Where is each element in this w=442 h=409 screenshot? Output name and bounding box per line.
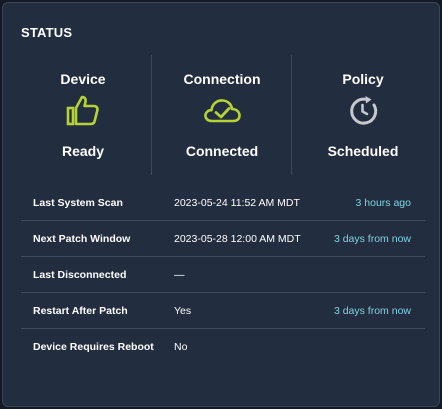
divider <box>291 55 292 175</box>
status-connection-value: Connected <box>185 143 259 159</box>
table-row: Last Disconnected — <box>21 257 425 293</box>
row-value: 2023-05-24 11:52 AM MDT <box>174 197 300 209</box>
table-row: Last System Scan 2023-05-24 11:52 AM MDT… <box>21 185 425 221</box>
row-value: No <box>174 341 188 353</box>
thumbs-up-icon <box>63 93 103 129</box>
clock-refresh-icon <box>343 93 383 129</box>
row-value: — <box>174 269 185 281</box>
row-key: Next Patch Window <box>33 233 131 245</box>
status-details-table: Last System Scan 2023-05-24 11:52 AM MDT… <box>21 185 425 365</box>
panel-title: STATUS <box>21 25 73 40</box>
status-device-value: Ready <box>61 143 105 159</box>
status-summary: Device Ready Connection Connected Policy… <box>3 55 441 175</box>
row-value: 2023-05-28 12:00 AM MDT <box>174 233 301 245</box>
row-key: Restart After Patch <box>33 305 128 317</box>
row-relative-time: 3 days from now <box>333 233 411 245</box>
status-policy-value: Scheduled <box>327 143 399 159</box>
row-key: Device Requires Reboot <box>33 341 154 353</box>
status-policy-label: Policy <box>342 71 384 87</box>
row-relative-time: 3 hours ago <box>355 197 411 209</box>
row-key: Last System Scan <box>33 197 123 209</box>
cloud-check-icon <box>202 93 242 129</box>
status-policy: Policy Scheduled <box>293 55 433 175</box>
status-panel: STATUS Device Ready Connection Connected <box>2 2 440 407</box>
row-key: Last Disconnected <box>33 269 127 281</box>
row-value: Yes <box>174 305 192 317</box>
table-row: Device Requires Reboot No <box>21 329 425 365</box>
status-device-label: Device <box>60 71 106 87</box>
table-row: Restart After Patch Yes 3 days from now <box>21 293 425 329</box>
status-device: Device Ready <box>13 55 153 175</box>
status-connection: Connection Connected <box>152 55 292 175</box>
status-connection-label: Connection <box>183 71 261 87</box>
row-relative-time: 3 days from now <box>333 305 411 317</box>
table-row: Next Patch Window 2023-05-28 12:00 AM MD… <box>21 221 425 257</box>
